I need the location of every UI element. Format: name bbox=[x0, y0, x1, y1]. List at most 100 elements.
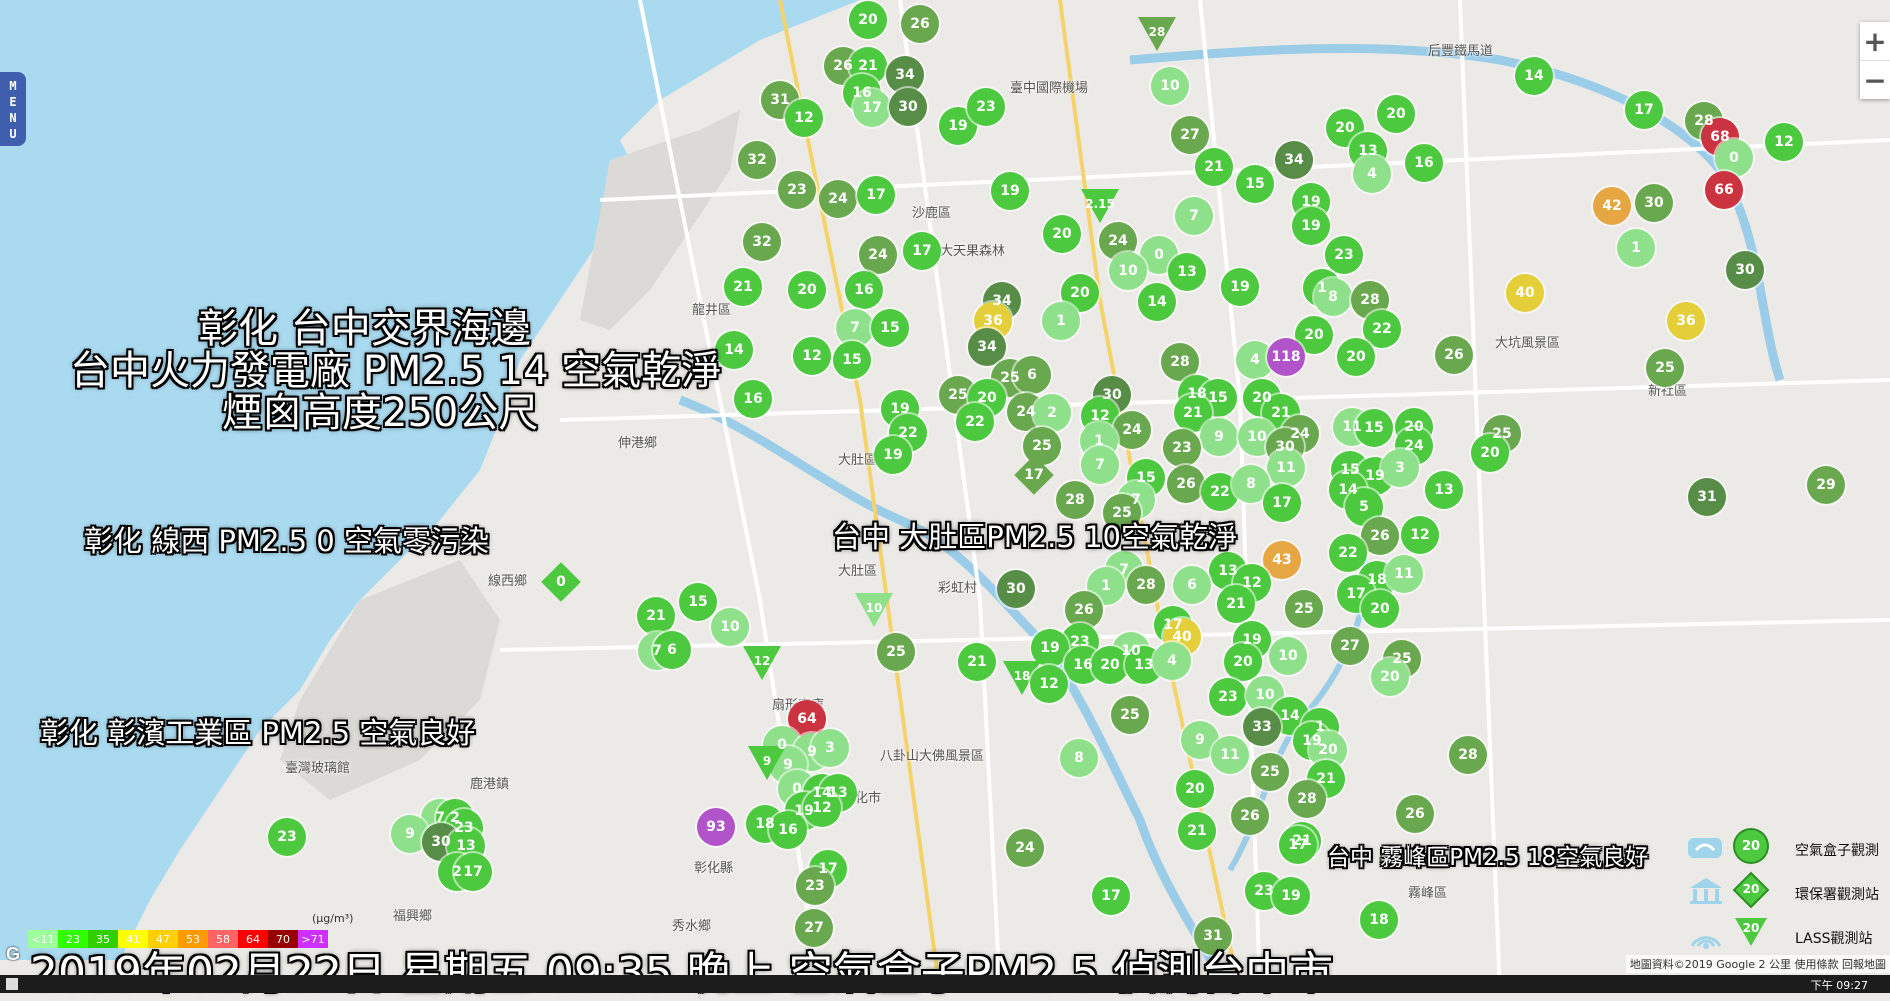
airbox-marker[interactable]: 27 bbox=[1171, 116, 1209, 154]
airbox-marker[interactable]: 23 bbox=[268, 818, 306, 856]
airbox-marker[interactable]: 6 bbox=[1173, 566, 1211, 604]
airbox-marker[interactable]: 20 bbox=[1377, 95, 1415, 133]
airbox-marker[interactable]: 19 bbox=[991, 172, 1029, 210]
map-attribution[interactable]: 地圖資料©2019 Google 2 公里 使用條款 回報地圖 bbox=[1625, 955, 1890, 973]
airbox-marker[interactable]: 24 bbox=[859, 236, 897, 274]
airbox-marker[interactable]: 30 bbox=[997, 570, 1035, 608]
zoom-in-button[interactable]: + bbox=[1860, 22, 1890, 60]
airbox-marker[interactable]: 30 bbox=[1726, 251, 1764, 289]
zoom-out-button[interactable]: − bbox=[1860, 60, 1890, 99]
airbox-marker[interactable]: 23 bbox=[778, 171, 816, 209]
airbox-marker[interactable]: 15 bbox=[833, 341, 871, 379]
airbox-marker[interactable]: 34 bbox=[1275, 141, 1313, 179]
airbox-marker[interactable]: 28 bbox=[1127, 566, 1165, 604]
airbox-marker[interactable]: 26 bbox=[1167, 465, 1205, 503]
airbox-marker[interactable]: 21 bbox=[637, 597, 675, 635]
airbox-marker[interactable]: 24 bbox=[819, 180, 857, 218]
airbox-marker[interactable]: 20 bbox=[788, 271, 826, 309]
airbox-marker[interactable]: 29 bbox=[1807, 466, 1845, 504]
airbox-marker[interactable]: 4 bbox=[1353, 155, 1391, 193]
airbox-marker[interactable]: 23 bbox=[1209, 678, 1247, 716]
airbox-marker[interactable]: 13 bbox=[1425, 471, 1463, 509]
airbox-marker[interactable]: 16 bbox=[845, 271, 883, 309]
airbox-marker[interactable]: 20 bbox=[849, 1, 887, 39]
lass-station-marker[interactable]: 12 bbox=[743, 646, 781, 684]
airbox-marker[interactable]: 17 bbox=[857, 176, 895, 214]
airbox-marker[interactable]: 12 bbox=[785, 99, 823, 137]
airbox-marker[interactable]: 36 bbox=[1667, 302, 1705, 340]
airbox-marker[interactable]: 23 bbox=[1163, 429, 1201, 467]
airbox-marker[interactable]: 18 bbox=[1360, 901, 1398, 939]
airbox-marker[interactable]: 31 bbox=[1688, 478, 1726, 516]
airbox-marker[interactable]: 25 bbox=[1251, 753, 1289, 791]
epa-station-marker[interactable]: 0 bbox=[541, 562, 581, 602]
airbox-marker[interactable]: 15 bbox=[871, 309, 909, 347]
airbox-marker[interactable]: 9 bbox=[1200, 418, 1238, 456]
airbox-marker[interactable]: 19 bbox=[1292, 207, 1330, 245]
airbox-marker[interactable]: 20 bbox=[1176, 770, 1214, 808]
airbox-marker[interactable]: 10 bbox=[711, 608, 749, 646]
airbox-marker[interactable]: 30 bbox=[889, 88, 927, 126]
airbox-marker[interactable]: 20 bbox=[1224, 643, 1262, 681]
airbox-marker[interactable]: 33 bbox=[1243, 708, 1281, 746]
airbox-marker[interactable]: 17 bbox=[1263, 484, 1301, 522]
airbox-marker[interactable]: 42 bbox=[1593, 187, 1631, 225]
epa-station-marker[interactable]: 17 bbox=[1014, 455, 1054, 495]
airbox-marker[interactable]: 7 bbox=[1081, 446, 1119, 484]
airbox-marker[interactable]: 12 bbox=[1030, 665, 1068, 703]
airbox-marker[interactable]: 19 bbox=[1272, 877, 1310, 915]
airbox-marker[interactable]: 25 bbox=[1111, 696, 1149, 734]
airbox-marker[interactable]: 22 bbox=[956, 403, 994, 441]
airbox-marker[interactable]: 26 bbox=[1435, 336, 1473, 374]
airbox-marker[interactable]: 11 bbox=[1211, 736, 1249, 774]
airbox-marker[interactable]: 118 bbox=[1267, 338, 1305, 376]
airbox-marker[interactable]: 12 bbox=[793, 337, 831, 375]
airbox-marker[interactable]: 20 bbox=[1337, 338, 1375, 376]
airbox-marker[interactable]: 30 bbox=[1635, 184, 1673, 222]
airbox-marker[interactable]: 26 bbox=[901, 5, 939, 43]
airbox-marker[interactable]: 17 bbox=[1092, 877, 1130, 915]
airbox-marker[interactable]: 17 bbox=[1625, 91, 1663, 129]
airbox-marker[interactable]: 1 bbox=[1617, 229, 1655, 267]
airbox-marker[interactable]: 10 bbox=[1269, 637, 1307, 675]
airbox-marker[interactable]: 16 bbox=[734, 380, 772, 418]
airbox-marker[interactable]: 40 bbox=[1506, 274, 1544, 312]
airbox-marker[interactable]: 19 bbox=[1221, 268, 1259, 306]
airbox-marker[interactable]: 25 bbox=[1646, 349, 1684, 387]
airbox-marker[interactable]: 25 bbox=[1285, 590, 1323, 628]
airbox-marker[interactable]: 21 bbox=[958, 643, 996, 681]
airbox-marker[interactable]: 28 bbox=[1449, 736, 1487, 774]
airbox-marker[interactable]: 4 bbox=[1153, 642, 1191, 680]
airbox-marker[interactable]: 21 bbox=[724, 268, 762, 306]
airbox-marker[interactable]: 14 bbox=[1138, 283, 1176, 321]
airbox-marker[interactable]: 17 bbox=[903, 232, 941, 270]
airbox-marker[interactable]: 20 bbox=[1361, 590, 1399, 628]
airbox-marker[interactable]: 12 bbox=[1401, 516, 1439, 554]
airbox-marker[interactable]: 10 bbox=[1151, 67, 1189, 105]
airbox-marker[interactable]: 21 bbox=[1195, 148, 1233, 186]
airbox-marker[interactable]: 16 bbox=[1405, 144, 1443, 182]
airbox-marker[interactable]: 32 bbox=[743, 223, 781, 261]
airbox-marker[interactable]: 11 bbox=[1385, 555, 1423, 593]
airbox-marker[interactable]: 32 bbox=[738, 141, 776, 179]
airbox-marker[interactable]: 3 bbox=[1381, 449, 1419, 487]
menu-tab[interactable]: MENU bbox=[0, 72, 26, 146]
airbox-marker[interactable]: 23 bbox=[967, 88, 1005, 126]
airbox-marker[interactable]: 1 bbox=[1042, 302, 1080, 340]
airbox-marker[interactable]: 66 bbox=[1705, 171, 1743, 209]
lass-station-marker[interactable]: 10 bbox=[855, 593, 893, 631]
airbox-marker[interactable]: 15 bbox=[679, 583, 717, 621]
airbox-marker[interactable]: 20 bbox=[1043, 215, 1081, 253]
airbox-marker[interactable]: 12 bbox=[1765, 123, 1803, 161]
windows-start-icon[interactable] bbox=[6, 978, 18, 990]
airbox-marker[interactable]: 26 bbox=[1231, 797, 1269, 835]
airbox-marker[interactable]: 27 bbox=[1331, 627, 1369, 665]
airbox-marker[interactable]: 14 bbox=[1515, 57, 1553, 95]
airbox-marker[interactable]: 8 bbox=[1060, 739, 1098, 777]
airbox-marker[interactable]: 15 bbox=[1236, 165, 1274, 203]
airbox-marker[interactable]: 23 bbox=[1325, 236, 1363, 274]
airbox-marker[interactable]: 21 bbox=[1178, 812, 1216, 850]
airbox-marker[interactable]: 26 bbox=[1396, 795, 1434, 833]
airbox-marker[interactable]: 24 bbox=[1006, 829, 1044, 867]
airbox-marker[interactable]: 7 bbox=[1175, 197, 1213, 235]
